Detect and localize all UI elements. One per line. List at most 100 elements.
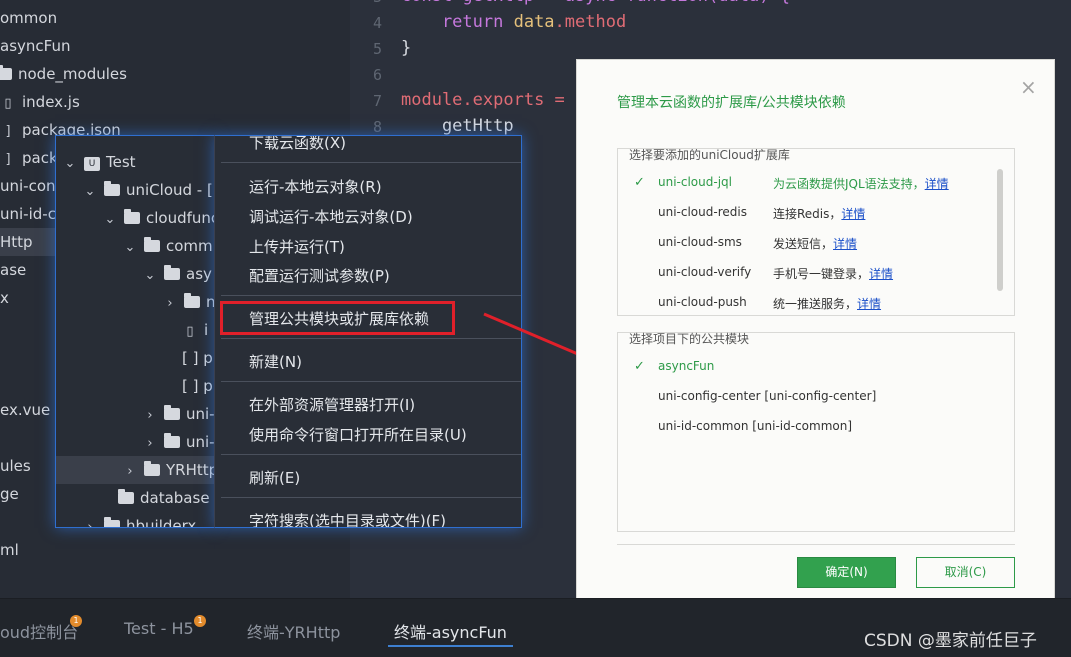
divider bbox=[617, 544, 1015, 545]
menu-item-download[interactable]: 下载云函数(X) bbox=[249, 136, 346, 153]
tree-item-asyncfun[interactable]: ⌄ asy bbox=[142, 260, 212, 288]
folder-icon bbox=[164, 433, 180, 448]
tree-item-common[interactable]: ⌄ comm bbox=[122, 232, 213, 260]
tab-console[interactable]: oud控制台 1 bbox=[0, 615, 82, 643]
tree-item-unicloud[interactable]: ⌄uniCloud - [阿 bbox=[82, 176, 215, 204]
code-token: return bbox=[401, 12, 514, 32]
tree-item[interactable]: ▯ index.js bbox=[0, 88, 79, 116]
tree-item-uni-id[interactable]: › uni- bbox=[142, 428, 215, 456]
tree-item-uni-config[interactable]: › uni- bbox=[142, 400, 215, 428]
collapse-icon: ⌄ bbox=[64, 156, 76, 171]
menu-separator bbox=[221, 295, 521, 296]
tree-item[interactable]: ase bbox=[0, 256, 26, 284]
details-link[interactable]: 详情 bbox=[925, 177, 949, 191]
folder-icon bbox=[144, 237, 160, 252]
code-token: getHttp bbox=[401, 116, 514, 136]
tree-item[interactable]: x bbox=[0, 284, 9, 312]
code-token: const getHttp = async function(data) { bbox=[401, 0, 790, 6]
tree-item-package-json[interactable]: [ ] p bbox=[182, 344, 213, 372]
chevron-down-icon: ⌄ bbox=[144, 268, 156, 283]
tree-item-hbuilderx[interactable]: › hbuilderx bbox=[82, 512, 196, 527]
tree-item-yrhttp[interactable]: › YRHttp bbox=[56, 456, 215, 484]
menu-item-config-test[interactable]: 配置运行测试参数(P) bbox=[249, 265, 390, 286]
tree-item-test[interactable]: ⌄ U Test bbox=[62, 148, 136, 176]
tree-item-index-js[interactable]: ▯ i bbox=[182, 316, 208, 344]
active-tab-indicator bbox=[388, 645, 513, 647]
menu-item-new[interactable]: 新建(N) bbox=[249, 351, 302, 372]
chevron-right-icon: › bbox=[147, 436, 153, 451]
menu-item-run-local[interactable]: 运行-本地云对象(R) bbox=[249, 176, 382, 197]
manage-deps-dialog: 管理本云函数的扩展库/公共模块依赖 × 选择要添加的uniCloud扩展库 ✓ u… bbox=[576, 59, 1055, 618]
code-token: } bbox=[401, 38, 412, 58]
tab-test-h5[interactable]: Test - H5 1 bbox=[124, 615, 206, 638]
extension-description: 发送短信，详情 bbox=[773, 235, 857, 252]
code-token: data bbox=[513, 12, 555, 32]
ok-button[interactable]: 确定(N) bbox=[797, 557, 896, 588]
code-line: const getHttp = async function(data) { bbox=[401, 0, 790, 6]
extension-row[interactable]: uni-cloud-push 统一推送服务，详情 bbox=[618, 295, 988, 315]
json-file-icon: ] bbox=[5, 124, 11, 139]
tree-item[interactable]: ge bbox=[0, 480, 19, 508]
menu-item-refresh[interactable]: 刷新(E) bbox=[249, 467, 300, 488]
tab-terminal-yrhttp[interactable]: 终端-YRHttp bbox=[247, 619, 340, 643]
tree-item[interactable]: uni-id-c bbox=[0, 200, 56, 228]
chevron-right-icon: › bbox=[147, 408, 153, 423]
tree-item-database[interactable]: database bbox=[118, 484, 210, 512]
module-row[interactable]: uni-config-center [uni-config-center] bbox=[618, 389, 988, 411]
extension-description: 连接Redis，详情 bbox=[773, 205, 865, 222]
extension-row[interactable]: uni-cloud-verify 手机号一键登录，详情 bbox=[618, 265, 988, 287]
chevron-right-icon: › bbox=[127, 464, 133, 479]
menu-separator bbox=[221, 338, 521, 339]
code-line: module.exports = bbox=[401, 90, 575, 110]
folder-icon bbox=[0, 65, 12, 80]
tree-item-cloudfunctions[interactable]: ⌄ cloudfunc bbox=[102, 204, 215, 232]
extension-desc-text: 统一推送服务， bbox=[773, 297, 858, 311]
cancel-button[interactable]: 取消(C) bbox=[916, 557, 1015, 588]
folder-icon bbox=[104, 517, 120, 527]
project-tree-panel: ⌄UTest ⌄uniCloud - [阿 ⌄cloudfunc ⌄comm ⌄… bbox=[55, 135, 215, 528]
details-link[interactable]: 详情 bbox=[869, 267, 893, 281]
tree-item-node-modules[interactable]: › n bbox=[162, 288, 215, 316]
tree-item[interactable]: node_modules bbox=[0, 60, 127, 88]
module-row[interactable]: ✓ asyncFun bbox=[618, 359, 988, 381]
check-icon: ✓ bbox=[634, 359, 645, 374]
tree-item-package-lock[interactable]: [ ] p bbox=[182, 372, 213, 400]
extension-name: uni-cloud-verify bbox=[658, 265, 752, 279]
tree-item[interactable]: ml bbox=[0, 536, 19, 564]
folder-icon bbox=[118, 489, 134, 504]
json-file-icon: ] bbox=[5, 152, 11, 167]
menu-item-open-terminal[interactable]: 使用命令行窗口打开所在目录(U) bbox=[249, 424, 467, 445]
extension-row[interactable]: ✓ uni-cloud-jql 为云函数提供JQL语法支持，详情 bbox=[618, 175, 988, 197]
folder-icon bbox=[144, 461, 160, 476]
menu-item-upload-run[interactable]: 上传并运行(T) bbox=[249, 236, 345, 257]
menu-item-search[interactable]: 字符搜索(选中目录或文件)(F) bbox=[249, 510, 446, 527]
tree-item[interactable]: ex.vue bbox=[0, 396, 50, 424]
chevron-down-icon: ⌄ bbox=[124, 240, 136, 255]
extension-name: uni-cloud-jql bbox=[658, 175, 732, 189]
module-name: uni-config-center [uni-config-center] bbox=[658, 389, 877, 403]
tree-item[interactable]: ules bbox=[0, 452, 31, 480]
extension-description: 统一推送服务，详情 bbox=[773, 295, 881, 312]
line-number: 6 bbox=[372, 66, 382, 84]
extension-row[interactable]: uni-cloud-sms 发送短信，详情 bbox=[618, 235, 988, 257]
tree-item-selected[interactable]: Http bbox=[0, 228, 60, 256]
tree-item[interactable]: uni-cont bbox=[0, 172, 61, 200]
module-row[interactable]: uni-id-common [uni-id-common] bbox=[618, 419, 988, 441]
menu-item-debug-local[interactable]: 调试运行-本地云对象(D) bbox=[249, 206, 413, 227]
close-icon[interactable]: × bbox=[1020, 75, 1037, 99]
details-link[interactable]: 详情 bbox=[841, 207, 865, 221]
scrollbar[interactable] bbox=[997, 169, 1003, 291]
folder-icon bbox=[124, 209, 140, 224]
tab-terminal-asyncfun[interactable]: 终端-asyncFun bbox=[388, 619, 513, 647]
menu-item-open-explorer[interactable]: 在外部资源管理器打开(I) bbox=[249, 394, 415, 415]
chevron-down-icon: ⌄ bbox=[84, 184, 96, 199]
tree-item[interactable]: asyncFun bbox=[0, 32, 70, 60]
details-link[interactable]: 详情 bbox=[857, 297, 881, 311]
module-group: 选择项目下的公共模块 ✓ asyncFun uni-config-center [u… bbox=[617, 332, 1015, 532]
file-icon: ▯ bbox=[186, 324, 194, 339]
notification-badge: 1 bbox=[70, 615, 82, 627]
file-icon: ▯ bbox=[4, 96, 12, 111]
details-link[interactable]: 详情 bbox=[833, 237, 857, 251]
tree-item[interactable]: ommon bbox=[0, 4, 57, 32]
extension-row[interactable]: uni-cloud-redis 连接Redis，详情 bbox=[618, 205, 988, 227]
